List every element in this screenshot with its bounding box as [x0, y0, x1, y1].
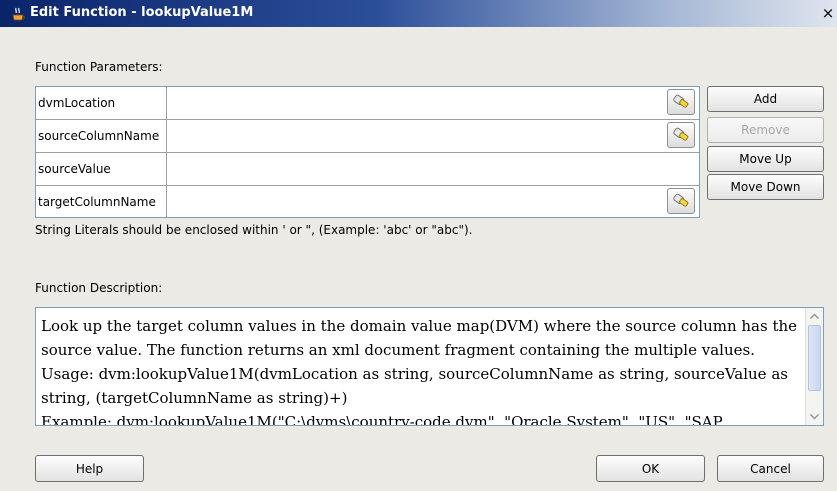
description-line: Look up the target column values in the …	[41, 317, 798, 335]
browse-tool-icon	[673, 193, 689, 207]
param-value-input[interactable]	[167, 120, 699, 152]
close-button[interactable]: ×	[820, 4, 836, 22]
description-line: Example: dvm:lookupValue1M("C:\dvms\coun…	[41, 413, 723, 426]
param-browse-button[interactable]	[667, 188, 695, 214]
param-value-input[interactable]	[167, 153, 699, 185]
param-browse-button[interactable]	[667, 122, 695, 148]
description-line: Usage: dvm:lookupValue1M(dvmLocation as …	[41, 365, 788, 383]
param-name: targetColumnName	[38, 195, 156, 209]
scroll-up-icon[interactable]	[807, 309, 822, 324]
description-line: string, (targetColumnName as string)+)	[41, 389, 348, 407]
param-row-sourceValue: sourceValue	[36, 153, 699, 186]
function-description-label-text: Function Description:	[35, 281, 163, 295]
remove-button[interactable]: Remove	[707, 117, 824, 143]
window-title: Edit Function - lookupValue1M	[30, 5, 254, 20]
param-value-input[interactable]	[167, 87, 699, 119]
param-name: dvmLocation	[38, 96, 116, 110]
cancel-button-label: Cancel	[750, 461, 791, 476]
title-bar: Edit Function - lookupValue1M ×	[0, 0, 837, 27]
add-button[interactable]: Add	[707, 86, 824, 112]
function-description-textarea[interactable]: Look up the target column values in the …	[35, 307, 824, 426]
browse-tool-icon	[673, 94, 689, 108]
param-row-sourceColumnName: sourceColumnName	[36, 120, 699, 153]
description-line: source value. The function returns an xm…	[41, 341, 755, 359]
param-row-dvmLocation: dvmLocation	[36, 87, 699, 120]
help-button-label: Help	[75, 461, 104, 476]
move-up-button[interactable]: Move Up	[707, 146, 824, 172]
function-parameters-label: Function Parameters:	[35, 60, 163, 74]
move-up-button-label: Move Up	[739, 152, 792, 166]
ok-button[interactable]: OK	[596, 455, 705, 482]
function-description-label: Function Description:	[35, 281, 162, 295]
scrollbar-thumb[interactable]	[808, 325, 821, 391]
param-name: sourceColumnName	[38, 129, 160, 143]
move-down-button-label: Move Down	[730, 180, 801, 194]
add-button-label: Add	[753, 92, 778, 106]
close-icon: ×	[821, 4, 835, 22]
description-text: Look up the target column values in the …	[41, 314, 806, 426]
parameters-table: dvmLocation sourceColumnName sourceValue…	[35, 86, 700, 218]
scroll-down-icon[interactable]	[807, 409, 822, 424]
browse-tool-icon	[673, 127, 689, 141]
param-value-input[interactable]	[167, 186, 699, 218]
param-name: sourceValue	[38, 162, 111, 176]
function-parameters-label-text: Function Parameters:	[35, 60, 163, 74]
dialog-app-icon	[12, 7, 25, 21]
param-row-targetColumnName: targetColumnName	[36, 186, 699, 218]
string-literal-hint-text: String Literals should be enclosed withi…	[35, 223, 473, 237]
param-browse-button[interactable]	[667, 89, 695, 115]
remove-button-label: Remove	[741, 123, 790, 137]
cancel-button[interactable]: Cancel	[717, 455, 824, 482]
string-literal-hint: String Literals should be enclosed withi…	[35, 223, 472, 237]
ok-button-label: OK	[641, 461, 660, 476]
move-down-button[interactable]: Move Down	[707, 174, 824, 200]
vertical-scrollbar[interactable]	[805, 308, 823, 425]
help-button[interactable]: Help	[35, 455, 144, 482]
